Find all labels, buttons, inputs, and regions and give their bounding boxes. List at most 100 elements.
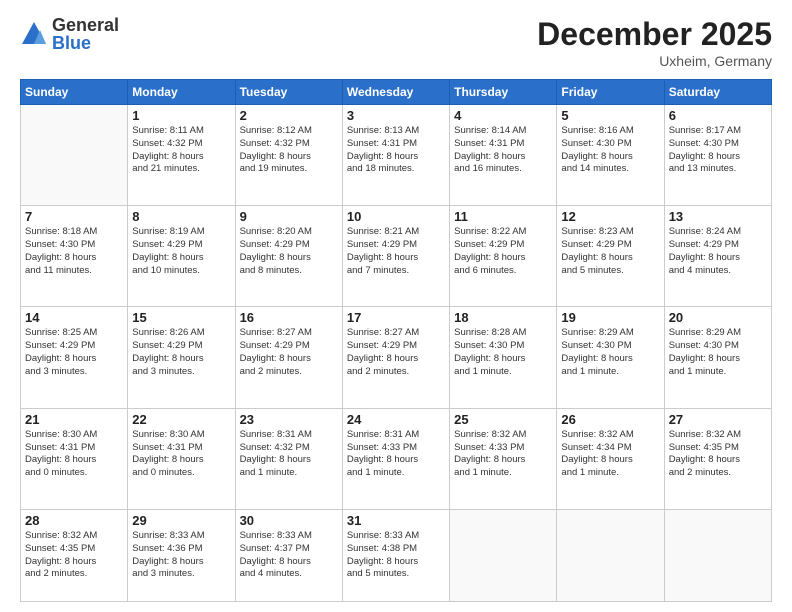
day-info: Sunrise: 8:23 AM Sunset: 4:29 PM Dayligh… (561, 226, 659, 277)
weekday-monday: Monday (128, 80, 235, 105)
day-cell (450, 509, 557, 601)
day-number: 31 (347, 513, 445, 528)
day-number: 4 (454, 108, 552, 123)
day-cell: 30Sunrise: 8:33 AM Sunset: 4:37 PM Dayli… (235, 509, 342, 601)
day-info: Sunrise: 8:27 AM Sunset: 4:29 PM Dayligh… (240, 327, 338, 378)
weekday-saturday: Saturday (664, 80, 771, 105)
day-info: Sunrise: 8:19 AM Sunset: 4:29 PM Dayligh… (132, 226, 230, 277)
logo-text: General Blue (52, 16, 119, 52)
day-cell: 5 Sunrise: 8:16 AM Sunset: 4:30 PM Daylig… (557, 105, 664, 206)
day-number: 22 (132, 412, 230, 427)
day-info: Sunrise: 8:32 AM Sunset: 4:35 PM Dayligh… (25, 530, 123, 581)
day-number: 24 (347, 412, 445, 427)
day-cell: 20Sunrise: 8:29 AM Sunset: 4:30 PM Dayli… (664, 307, 771, 408)
day-cell (21, 105, 128, 206)
day-number: 11 (454, 209, 552, 224)
day-cell: 31 Sunrise: 8:33 AM Sunset: 4:38 PM Dayli… (342, 509, 449, 601)
day-cell: 28 Sunrise: 8:32 AM Sunset: 4:35 PM Dayli… (21, 509, 128, 601)
day-info: Sunrise: 8:32 AM Sunset: 4:33 PM Dayligh… (454, 429, 552, 480)
day-cell: 3Sunrise: 8:13 AM Sunset: 4:31 PM Daylig… (342, 105, 449, 206)
day-info: Sunrise: 8:22 AM Sunset: 4:29 PM Dayligh… (454, 226, 552, 277)
day-info: Sunrise: 8:31 AM Sunset: 4:32 PM Dayligh… (240, 429, 338, 480)
weekday-friday: Friday (557, 80, 664, 105)
day-number: 15 (132, 310, 230, 325)
page: General Blue December 2025 Uxheim, Germa… (0, 0, 792, 612)
day-info: Sunrise: 8:28 AM Sunset: 4:30 PM Dayligh… (454, 327, 552, 378)
day-number: 3 (347, 108, 445, 123)
logo-general: General (52, 16, 119, 34)
day-cell: 17 Sunrise: 8:27 AM Sunset: 4:29 PM Dayli… (342, 307, 449, 408)
day-number: 18 (454, 310, 552, 325)
day-cell: 12Sunrise: 8:23 AM Sunset: 4:29 PM Dayli… (557, 206, 664, 307)
day-cell: 22 Sunrise: 8:30 AM Sunset: 4:31 PM Dayli… (128, 408, 235, 509)
day-info: Sunrise: 8:21 AM Sunset: 4:29 PM Dayligh… (347, 226, 445, 277)
day-cell: 4 Sunrise: 8:14 AM Sunset: 4:31 PM Daylig… (450, 105, 557, 206)
day-number: 5 (561, 108, 659, 123)
day-number: 25 (454, 412, 552, 427)
week-row-5: 28 Sunrise: 8:32 AM Sunset: 4:35 PM Dayli… (21, 509, 772, 601)
day-number: 17 (347, 310, 445, 325)
day-cell: 14Sunrise: 8:25 AM Sunset: 4:29 PM Dayli… (21, 307, 128, 408)
day-info: Sunrise: 8:14 AM Sunset: 4:31 PM Dayligh… (454, 125, 552, 176)
day-info: Sunrise: 8:24 AM Sunset: 4:29 PM Dayligh… (669, 226, 767, 277)
day-cell: 23Sunrise: 8:31 AM Sunset: 4:32 PM Dayli… (235, 408, 342, 509)
day-cell: 2 Sunrise: 8:12 AM Sunset: 4:32 PM Daylig… (235, 105, 342, 206)
day-info: Sunrise: 8:11 AM Sunset: 4:32 PM Dayligh… (132, 125, 230, 176)
day-info: Sunrise: 8:20 AM Sunset: 4:29 PM Dayligh… (240, 226, 338, 277)
day-number: 7 (25, 209, 123, 224)
day-info: Sunrise: 8:33 AM Sunset: 4:38 PM Dayligh… (347, 530, 445, 581)
day-cell: 11 Sunrise: 8:22 AM Sunset: 4:29 PM Dayli… (450, 206, 557, 307)
day-info: Sunrise: 8:32 AM Sunset: 4:34 PM Dayligh… (561, 429, 659, 480)
day-cell: 9 Sunrise: 8:20 AM Sunset: 4:29 PM Daylig… (235, 206, 342, 307)
day-cell (557, 509, 664, 601)
day-number: 8 (132, 209, 230, 224)
day-info: Sunrise: 8:33 AM Sunset: 4:36 PM Dayligh… (132, 530, 230, 581)
title-block: December 2025 Uxheim, Germany (537, 16, 772, 69)
day-info: Sunrise: 8:18 AM Sunset: 4:30 PM Dayligh… (25, 226, 123, 277)
day-cell: 1Sunrise: 8:11 AM Sunset: 4:32 PM Daylig… (128, 105, 235, 206)
day-info: Sunrise: 8:26 AM Sunset: 4:29 PM Dayligh… (132, 327, 230, 378)
weekday-tuesday: Tuesday (235, 80, 342, 105)
day-info: Sunrise: 8:17 AM Sunset: 4:30 PM Dayligh… (669, 125, 767, 176)
day-number: 28 (25, 513, 123, 528)
day-cell: 8 Sunrise: 8:19 AM Sunset: 4:29 PM Daylig… (128, 206, 235, 307)
day-number: 14 (25, 310, 123, 325)
week-row-2: 7 Sunrise: 8:18 AM Sunset: 4:30 PM Daylig… (21, 206, 772, 307)
day-cell: 19 Sunrise: 8:29 AM Sunset: 4:30 PM Dayli… (557, 307, 664, 408)
day-cell: 6 Sunrise: 8:17 AM Sunset: 4:30 PM Daylig… (664, 105, 771, 206)
day-number: 27 (669, 412, 767, 427)
day-number: 19 (561, 310, 659, 325)
logo-blue: Blue (52, 34, 119, 52)
day-number: 13 (669, 209, 767, 224)
location: Uxheim, Germany (537, 53, 772, 69)
weekday-header-row: SundayMondayTuesdayWednesdayThursdayFrid… (21, 80, 772, 105)
day-info: Sunrise: 8:27 AM Sunset: 4:29 PM Dayligh… (347, 327, 445, 378)
day-info: Sunrise: 8:31 AM Sunset: 4:33 PM Dayligh… (347, 429, 445, 480)
day-info: Sunrise: 8:12 AM Sunset: 4:32 PM Dayligh… (240, 125, 338, 176)
day-number: 6 (669, 108, 767, 123)
day-cell: 18 Sunrise: 8:28 AM Sunset: 4:30 PM Dayli… (450, 307, 557, 408)
day-cell: 27 Sunrise: 8:32 AM Sunset: 4:35 PM Dayli… (664, 408, 771, 509)
day-cell (664, 509, 771, 601)
day-info: Sunrise: 8:32 AM Sunset: 4:35 PM Dayligh… (669, 429, 767, 480)
day-cell: 24 Sunrise: 8:31 AM Sunset: 4:33 PM Dayli… (342, 408, 449, 509)
day-info: Sunrise: 8:30 AM Sunset: 4:31 PM Dayligh… (132, 429, 230, 480)
day-number: 16 (240, 310, 338, 325)
day-number: 30 (240, 513, 338, 528)
day-number: 29 (132, 513, 230, 528)
day-cell: 10Sunrise: 8:21 AM Sunset: 4:29 PM Dayli… (342, 206, 449, 307)
header: General Blue December 2025 Uxheim, Germa… (20, 16, 772, 69)
day-cell: 21 Sunrise: 8:30 AM Sunset: 4:31 PM Dayli… (21, 408, 128, 509)
day-cell: 16 Sunrise: 8:27 AM Sunset: 4:29 PM Dayli… (235, 307, 342, 408)
day-info: Sunrise: 8:30 AM Sunset: 4:31 PM Dayligh… (25, 429, 123, 480)
day-info: Sunrise: 8:16 AM Sunset: 4:30 PM Dayligh… (561, 125, 659, 176)
day-info: Sunrise: 8:29 AM Sunset: 4:30 PM Dayligh… (561, 327, 659, 378)
weekday-wednesday: Wednesday (342, 80, 449, 105)
day-number: 21 (25, 412, 123, 427)
week-row-1: 1Sunrise: 8:11 AM Sunset: 4:32 PM Daylig… (21, 105, 772, 206)
week-row-3: 14Sunrise: 8:25 AM Sunset: 4:29 PM Dayli… (21, 307, 772, 408)
day-number: 2 (240, 108, 338, 123)
logo-icon (20, 20, 48, 48)
day-number: 9 (240, 209, 338, 224)
day-cell: 13 Sunrise: 8:24 AM Sunset: 4:29 PM Dayli… (664, 206, 771, 307)
